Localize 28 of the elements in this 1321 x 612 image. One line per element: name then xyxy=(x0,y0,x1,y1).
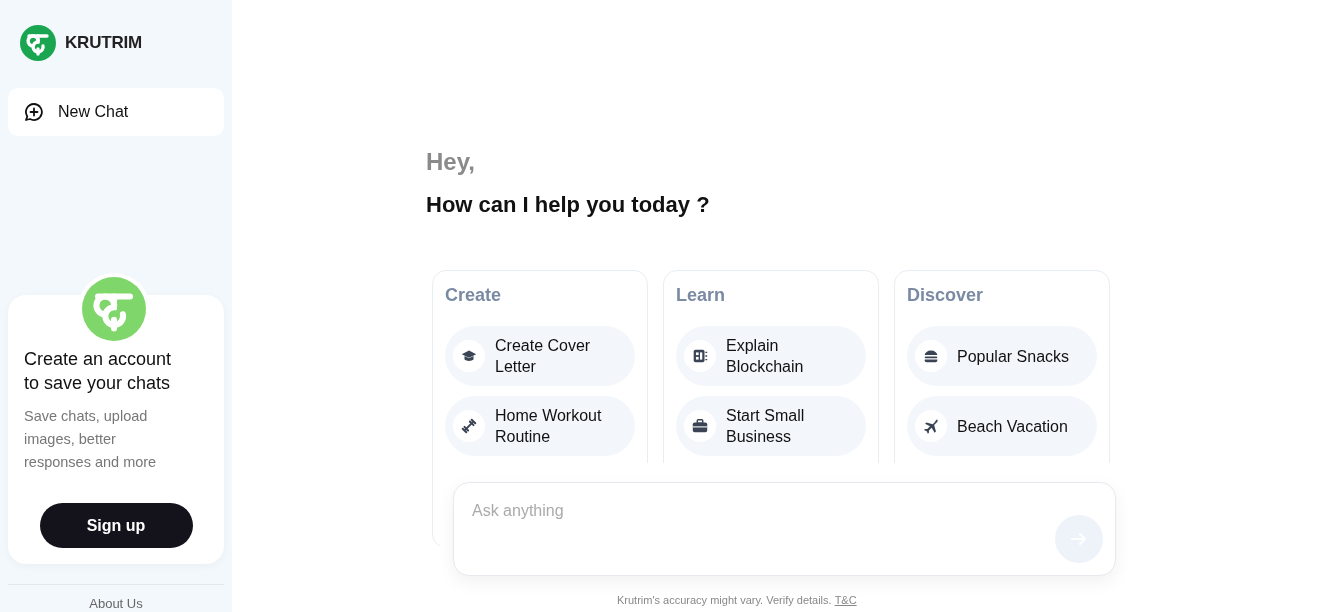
new-chat-button[interactable]: New Chat xyxy=(8,88,224,136)
sign-up-button[interactable]: Sign up xyxy=(39,503,193,548)
signup-title: Create an account to save your chats xyxy=(24,348,173,395)
suggestion-chip[interactable]: Popular Snacks xyxy=(907,326,1097,386)
chat-input[interactable]: Ask anything xyxy=(470,501,1034,521)
disclaimer-text: Krutrim's accuracy might vary. Verify details. xyxy=(617,594,832,606)
about-us-link[interactable]: About Us xyxy=(89,596,143,611)
calculator-icon xyxy=(691,347,709,365)
logo-icon xyxy=(82,277,146,341)
category-title: Learn xyxy=(676,285,727,306)
suggestion-chip[interactable]: Start Small Business xyxy=(676,396,866,456)
chat-plus-icon xyxy=(24,102,44,122)
dumbbell-icon xyxy=(460,417,478,435)
category-title: Create xyxy=(445,285,503,306)
suggestion-chip[interactable]: Create Cover Letter xyxy=(445,326,635,386)
terms-link[interactable]: T&C xyxy=(834,594,857,606)
suggestion-chip[interactable]: Beach Vacation xyxy=(907,396,1097,456)
signup-description: Save chats, upload images, better responses and more xyxy=(24,407,158,472)
brand-name: KRUTRIM xyxy=(65,33,142,53)
main-heading: How can I help you today ? xyxy=(426,192,711,218)
briefcase-icon xyxy=(691,417,709,435)
greeting: Hey, xyxy=(426,148,476,177)
logo-icon xyxy=(20,25,56,61)
suggestion-chip[interactable]: Explain Blockchain xyxy=(676,326,866,386)
suggestion-chip[interactable]: Home Workout Routine xyxy=(445,396,635,456)
airplane-icon xyxy=(922,417,940,435)
chat-input-box[interactable]: Ask anything xyxy=(453,482,1116,576)
category-title: Discover xyxy=(907,285,985,306)
